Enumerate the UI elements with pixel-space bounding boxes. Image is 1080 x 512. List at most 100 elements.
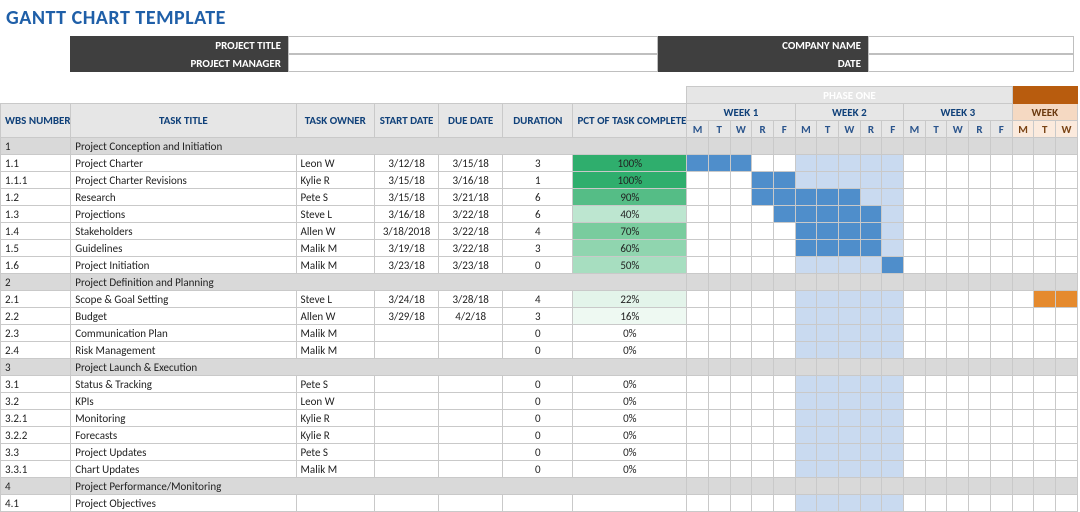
gantt-cell[interactable] [947,410,969,427]
gantt-cell[interactable] [969,257,991,274]
gantt-cell[interactable] [839,206,861,223]
gantt-cell[interactable] [925,444,947,461]
task-title-cell[interactable]: Project Conception and Initiation [71,138,687,155]
wbs-cell[interactable]: 3.2.1 [1,410,71,427]
gantt-cell[interactable] [925,274,947,291]
owner-cell[interactable]: Malik M [296,325,375,342]
gantt-cell[interactable] [904,444,926,461]
gantt-cell[interactable] [708,172,730,189]
gantt-cell[interactable] [904,325,926,342]
start-date-cell[interactable]: 3/15/18 [375,189,439,206]
gantt-cell[interactable] [969,342,991,359]
task-title-cell[interactable]: Project Definition and Planning [71,274,687,291]
gantt-cell[interactable] [687,359,709,376]
pct-cell[interactable]: 0% [573,376,687,393]
gantt-cell[interactable] [708,274,730,291]
gantt-cell[interactable] [708,461,730,478]
gantt-cell[interactable] [860,376,882,393]
task-row[interactable]: 2.1Scope & Goal SettingSteve L3/24/183/2… [1,291,1078,308]
duration-cell[interactable]: 0 [503,393,573,410]
gantt-cell[interactable] [839,410,861,427]
gantt-cell[interactable] [882,308,904,325]
gantt-cell[interactable] [839,240,861,257]
gantt-cell[interactable] [969,325,991,342]
wbs-cell[interactable]: 2.2 [1,308,71,325]
gantt-cell[interactable] [1012,359,1034,376]
gantt-cell[interactable] [1012,478,1034,495]
gantt-cell[interactable] [882,189,904,206]
gantt-cell[interactable] [752,461,774,478]
gantt-cell[interactable] [708,291,730,308]
gantt-cell[interactable] [687,274,709,291]
gantt-cell[interactable] [839,308,861,325]
gantt-cell[interactable] [1034,138,1056,155]
gantt-cell[interactable] [969,359,991,376]
start-date-cell[interactable] [375,325,439,342]
gantt-cell[interactable] [904,376,926,393]
gantt-cell[interactable] [752,274,774,291]
gantt-cell[interactable] [925,376,947,393]
task-row[interactable]: 3.1Status & TrackingPete S00% [1,376,1078,393]
gantt-cell[interactable] [730,393,752,410]
gantt-cell[interactable] [773,393,795,410]
gantt-cell[interactable] [1012,189,1034,206]
gantt-cell[interactable] [708,257,730,274]
gantt-cell[interactable] [925,257,947,274]
gantt-cell[interactable] [1056,138,1078,155]
gantt-cell[interactable] [1012,223,1034,240]
due-date-cell[interactable]: 3/21/18 [439,189,503,206]
gantt-cell[interactable] [708,325,730,342]
wbs-cell[interactable]: 3.3.1 [1,461,71,478]
owner-cell[interactable]: Allen W [296,308,375,325]
gantt-cell[interactable] [795,308,817,325]
due-date-cell[interactable] [439,393,503,410]
gantt-cell[interactable] [990,274,1012,291]
gantt-cell[interactable] [773,206,795,223]
due-date-cell[interactable]: 3/28/18 [439,291,503,308]
pct-cell[interactable]: 50% [573,257,687,274]
duration-cell[interactable]: 3 [503,155,573,172]
gantt-cell[interactable] [795,172,817,189]
gantt-cell[interactable] [1034,410,1056,427]
gantt-cell[interactable] [839,376,861,393]
gantt-cell[interactable] [795,376,817,393]
gantt-cell[interactable] [882,495,904,512]
gantt-cell[interactable] [904,223,926,240]
gantt-cell[interactable] [1034,376,1056,393]
gantt-cell[interactable] [1056,206,1078,223]
gantt-cell[interactable] [925,359,947,376]
task-title-cell[interactable]: Research [71,189,296,206]
duration-cell[interactable] [503,495,573,512]
gantt-cell[interactable] [860,359,882,376]
gantt-cell[interactable] [925,155,947,172]
gantt-cell[interactable] [925,342,947,359]
task-row[interactable]: 1.6Project InitiationMalik M3/23/183/23/… [1,257,1078,274]
gantt-cell[interactable] [839,359,861,376]
gantt-cell[interactable] [904,138,926,155]
pct-cell[interactable]: 100% [573,155,687,172]
gantt-cell[interactable] [708,223,730,240]
gantt-cell[interactable] [990,461,1012,478]
gantt-cell[interactable] [947,223,969,240]
gantt-cell[interactable] [860,325,882,342]
gantt-cell[interactable] [795,155,817,172]
duration-cell[interactable]: 1 [503,172,573,189]
owner-cell[interactable]: Pete S [296,376,375,393]
gantt-cell[interactable] [882,138,904,155]
gantt-cell[interactable] [925,291,947,308]
gantt-cell[interactable] [687,138,709,155]
gantt-cell[interactable] [990,257,1012,274]
gantt-cell[interactable] [1056,359,1078,376]
gantt-cell[interactable] [730,495,752,512]
gantt-cell[interactable] [839,461,861,478]
gantt-cell[interactable] [860,189,882,206]
gantt-cell[interactable] [904,495,926,512]
gantt-cell[interactable] [990,478,1012,495]
gantt-cell[interactable] [817,138,839,155]
gantt-cell[interactable] [839,495,861,512]
task-row[interactable]: 2.4Risk ManagementMalik M00% [1,342,1078,359]
pct-cell[interactable]: 0% [573,461,687,478]
gantt-cell[interactable] [925,325,947,342]
gantt-cell[interactable] [947,189,969,206]
gantt-cell[interactable] [1056,172,1078,189]
